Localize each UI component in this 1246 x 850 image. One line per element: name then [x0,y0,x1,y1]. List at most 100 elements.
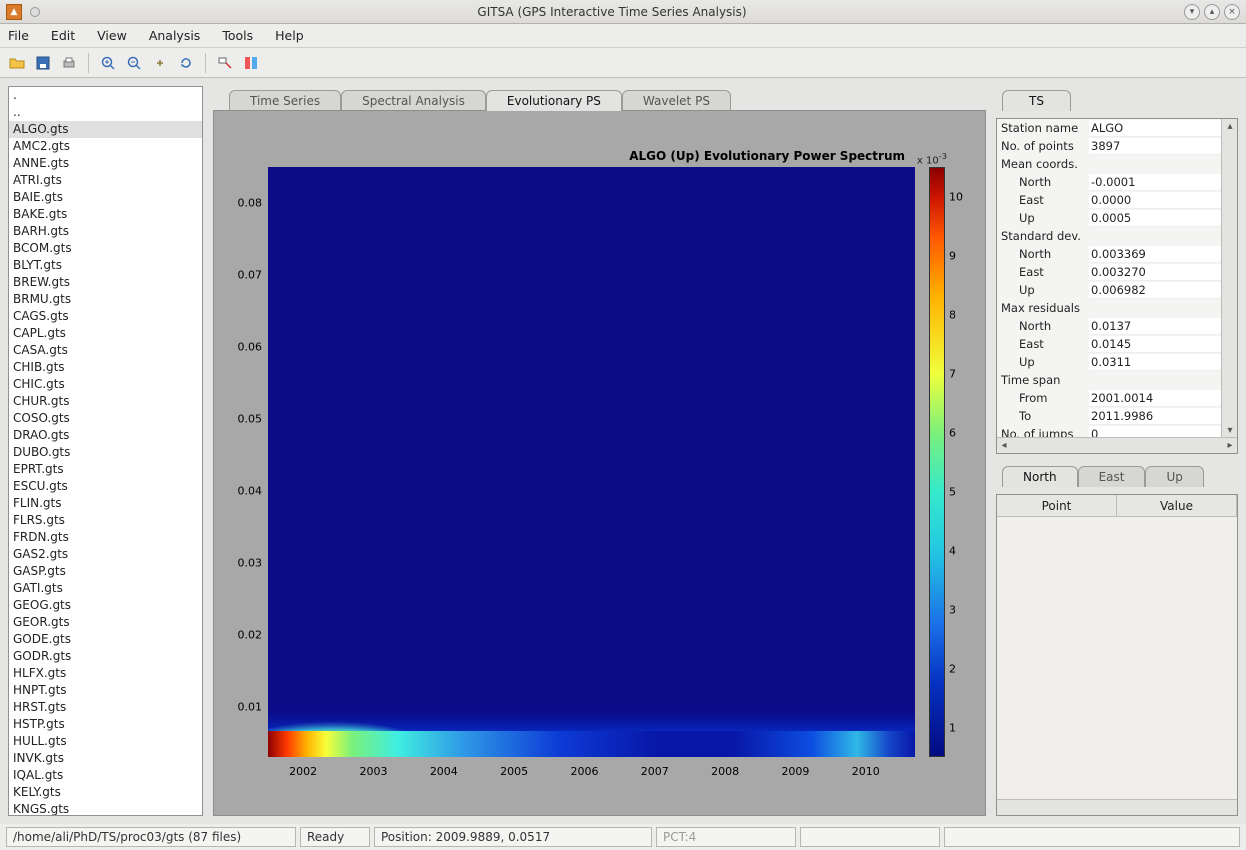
info-value: 0.0005 [1089,210,1221,227]
column-point[interactable]: Point [997,495,1117,516]
file-item[interactable]: GAS2.gts [9,546,202,563]
open-button[interactable] [6,52,28,74]
plot-tabs: Time Series Spectral Analysis Evolutiona… [213,86,986,110]
file-item[interactable]: DUBO.gts [9,444,202,461]
file-item[interactable]: CHUR.gts [9,393,202,410]
info-value: -0.0001 [1089,174,1221,191]
y-axis-ticks: 0.010.020.030.040.050.060.070.08 [214,167,266,757]
status-empty-1 [800,827,940,847]
file-item[interactable]: CHIC.gts [9,376,202,393]
file-item[interactable]: GODE.gts [9,631,202,648]
pan-icon[interactable] [149,52,171,74]
info-value [1089,300,1221,317]
tab-spectral-analysis[interactable]: Spectral Analysis [341,90,486,111]
file-item[interactable]: BRMU.gts [9,291,202,308]
file-item[interactable]: HNPT.gts [9,682,202,699]
file-item[interactable]: FLIN.gts [9,495,202,512]
menu-tools[interactable]: Tools [222,28,253,43]
save-button[interactable] [32,52,54,74]
file-item[interactable]: FRDN.gts [9,529,202,546]
file-item[interactable]: DRAO.gts [9,427,202,444]
file-item[interactable]: GATI.gts [9,580,202,597]
heatmap-axes[interactable] [268,167,915,757]
file-item[interactable]: BCOM.gts [9,240,202,257]
file-item[interactable]: HRST.gts [9,699,202,716]
zoom-out-icon[interactable] [123,52,145,74]
file-item[interactable]: HLFX.gts [9,665,202,682]
status-empty-2 [944,827,1240,847]
info-value: 3897 [1089,138,1221,155]
point-value-table: Point Value [996,494,1238,816]
minimize-button[interactable]: ▾ [1184,4,1200,20]
file-item[interactable]: GASP.gts [9,563,202,580]
status-bar: /home/ali/PhD/TS/proc03/gts (87 files) R… [0,824,1246,850]
tab-ts-info[interactable]: TS [1002,90,1071,111]
info-key: North [997,247,1089,261]
info-key: No. of jumps [997,427,1089,437]
file-item[interactable]: BREW.gts [9,274,202,291]
colorbar-ticks: 12345678910 [949,167,967,757]
info-value [1089,228,1221,245]
file-item[interactable]: INVK.gts [9,750,202,767]
file-item[interactable]: CHIB.gts [9,359,202,376]
file-item[interactable]: COSO.gts [9,410,202,427]
file-item[interactable]: FLRS.gts [9,512,202,529]
rotate-icon[interactable] [175,52,197,74]
colorbar-scale: x 10-3 [917,151,947,166]
file-item[interactable]: .. [9,104,202,121]
file-item[interactable]: ATRI.gts [9,172,202,189]
toolbar-separator [205,53,206,73]
data-cursor-icon[interactable] [214,52,236,74]
info-scrollbar-vertical[interactable]: ▴ ▾ [1221,119,1237,437]
file-item[interactable]: KNGS.gts [9,801,202,816]
right-column: TS Station nameALGONo. of points3897Mean… [996,86,1238,816]
file-item[interactable]: BAKE.gts [9,206,202,223]
tab-wavelet-ps[interactable]: Wavelet PS [622,90,731,111]
column-value[interactable]: Value [1117,495,1237,516]
file-item[interactable]: AMC2.gts [9,138,202,155]
tab-time-series[interactable]: Time Series [229,90,341,111]
zoom-in-icon[interactable] [97,52,119,74]
tab-east[interactable]: East [1078,466,1146,487]
info-value: 2001.0014 [1089,390,1221,407]
info-value: 0.003369 [1089,246,1221,263]
file-item[interactable]: CAPL.gts [9,325,202,342]
colorbar-icon[interactable] [240,52,262,74]
file-item[interactable]: BLYT.gts [9,257,202,274]
menu-help[interactable]: Help [275,28,304,43]
file-item[interactable]: GEOR.gts [9,614,202,631]
menu-view[interactable]: View [97,28,127,43]
file-item[interactable]: BARH.gts [9,223,202,240]
file-item[interactable]: GODR.gts [9,648,202,665]
plot-title: ALGO (Up) Evolutionary Power Spectrum [629,149,905,163]
file-item[interactable]: ESCU.gts [9,478,202,495]
file-item[interactable]: . [9,87,202,104]
file-item[interactable]: ALGO.gts [9,121,202,138]
close-button[interactable]: × [1224,4,1240,20]
tab-evolutionary-ps[interactable]: Evolutionary PS [486,90,622,111]
file-item[interactable]: EPRT.gts [9,461,202,478]
tab-up[interactable]: Up [1145,466,1203,487]
file-item[interactable]: CASA.gts [9,342,202,359]
file-item[interactable]: HSTP.gts [9,716,202,733]
menu-edit[interactable]: Edit [51,28,75,43]
file-item[interactable]: KELY.gts [9,784,202,801]
print-button[interactable] [58,52,80,74]
file-item[interactable]: BAIE.gts [9,189,202,206]
menu-analysis[interactable]: Analysis [149,28,201,43]
file-item[interactable]: ANNE.gts [9,155,202,172]
file-item[interactable]: CAGS.gts [9,308,202,325]
maximize-button[interactable]: ▴ [1204,4,1220,20]
file-list[interactable]: ...ALGO.gtsAMC2.gtsANNE.gtsATRI.gtsBAIE.… [8,86,203,816]
file-item[interactable]: GEOG.gts [9,597,202,614]
info-scrollbar-horizontal[interactable]: ◂▸ [997,437,1237,453]
toolbar-separator [88,53,89,73]
info-key: Up [997,211,1089,225]
status-pct: PCT:4 [656,827,796,847]
tab-north[interactable]: North [1002,466,1078,487]
file-item[interactable]: HULL.gts [9,733,202,750]
file-item[interactable]: IQAL.gts [9,767,202,784]
table-scrollbar-horizontal[interactable] [997,799,1237,815]
info-value: 0.006982 [1089,282,1221,299]
menu-file[interactable]: File [8,28,29,43]
